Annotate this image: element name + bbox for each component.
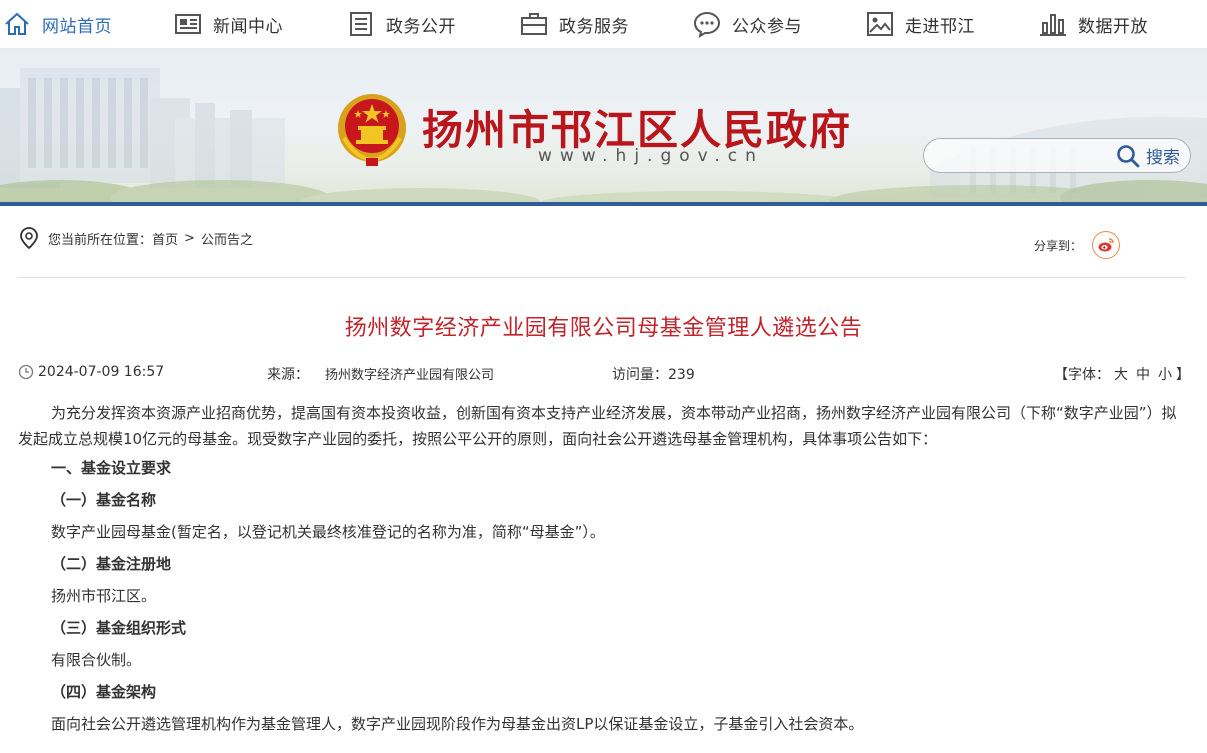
nav-label: 数据开放	[1078, 16, 1148, 37]
breadcrumb-notice-link[interactable]: 公而告之	[201, 229, 253, 248]
subsection-heading: （二）基金注册地	[51, 555, 172, 573]
site-url: www.hj.gov.cn	[538, 146, 764, 166]
newspaper-icon	[173, 9, 203, 39]
clock-icon	[18, 364, 34, 380]
weibo-icon	[1098, 238, 1114, 252]
breadcrumb-separator: >	[184, 230, 195, 246]
search-box: 搜索	[923, 138, 1191, 173]
header-banner: 扬州市邗江区人民政府 www.hj.gov.cn 搜索	[0, 48, 1207, 206]
nav-label: 新闻中心	[213, 16, 283, 37]
home-icon	[2, 9, 32, 39]
font-size-medium[interactable]: 中	[1136, 367, 1150, 383]
briefcase-icon	[519, 9, 549, 39]
source-label: 来源：	[267, 367, 309, 383]
top-nav: 网站首页 新闻中心 政务公开 政务服务 公众参与 走进邗江 数据开放	[0, 0, 1207, 48]
document-list-icon	[346, 9, 376, 39]
nav-about-hanjiang[interactable]: 走进邗江	[865, 0, 975, 48]
nav-public-participation[interactable]: 公众参与	[692, 0, 802, 48]
nav-home[interactable]: 网站首页	[2, 0, 112, 48]
subsection-heading: （三）基金组织形式	[51, 619, 187, 637]
nav-label: 网站首页	[42, 16, 112, 37]
font-size-label: 【字体：	[1054, 367, 1110, 383]
national-emblem-icon	[338, 94, 406, 166]
article-title: 扬州数字经济产业园有限公司母基金管理人遴选公告	[344, 316, 863, 341]
publish-date-value: 2024-07-09 16:57	[38, 364, 165, 380]
breadcrumb-home-link[interactable]: 首页	[152, 229, 178, 248]
visits-label: 访问量：	[612, 367, 668, 383]
search-button-label: 搜索	[1146, 148, 1180, 168]
location-bar: 您当前所在位置： 首页 > 公而告之 分享到：	[0, 206, 1207, 278]
paragraph: 有限合伙制。	[51, 651, 142, 669]
share-label: 分享到：	[1034, 238, 1083, 253]
font-size-close: 】	[1176, 367, 1190, 383]
subsection-heading: （一）基金名称	[51, 491, 157, 509]
font-size-large[interactable]: 大	[1114, 367, 1128, 383]
nav-data-open[interactable]: 数据开放	[1038, 0, 1148, 48]
article-body: 为充分发挥资本资源产业招商优势，提高国有资本投资收益，创新国有资本支持产业经济发…	[18, 400, 1185, 740]
paragraph: 扬州市邗江区。	[51, 587, 157, 605]
nav-gov-service[interactable]: 政务服务	[519, 0, 629, 48]
visit-count: 访问量：239	[612, 364, 695, 384]
font-size-switcher: 【字体：大中小】	[1054, 364, 1190, 384]
nav-gov-affairs-open[interactable]: 政务公开	[346, 0, 456, 48]
paragraph: 数字产业园母基金(暂定名，以登记机关最终核准登记的名称为准，简称“母基金”）。	[51, 523, 605, 541]
chat-bubble-icon	[692, 9, 722, 39]
font-size-small[interactable]: 小	[1158, 367, 1172, 383]
share-area: 分享到：	[1034, 231, 1121, 259]
search-input[interactable]	[936, 144, 1120, 168]
divider	[18, 277, 1185, 278]
publish-date: 2024-07-09 16:57	[18, 364, 164, 380]
visits-value: 239	[668, 367, 695, 383]
section-heading: 一、基金设立要求	[51, 459, 172, 477]
subsection-heading: （四）基金架构	[51, 683, 157, 701]
location-pin-icon	[20, 227, 38, 250]
search-icon	[1117, 144, 1140, 167]
nav-label: 走进邗江	[905, 16, 975, 37]
paragraph: 面向社会公开遴选管理机构作为基金管理人，数字产业园现阶段作为母基金出资LP以保证…	[51, 715, 864, 733]
article-meta: 2024-07-09 16:57 来源： 扬州数字经济产业园有限公司 访问量：23…	[0, 364, 1207, 394]
article-source: 来源： 扬州数字经济产业园有限公司	[267, 364, 494, 384]
picture-icon	[865, 9, 895, 39]
search-button[interactable]: 搜索	[1116, 142, 1180, 169]
weibo-share-button[interactable]	[1092, 231, 1121, 259]
intro-paragraph: 为充分发挥资本资源产业招商优势，提高国有资本投资收益，创新国有资本支持产业经济发…	[18, 404, 1177, 448]
nav-label: 政务公开	[386, 16, 456, 37]
nav-label: 政务服务	[559, 16, 629, 37]
breadcrumb-prefix: 您当前所在位置：	[48, 232, 153, 248]
breadcrumb: 您当前所在位置： 首页 > 公而告之	[18, 226, 253, 250]
nav-news[interactable]: 新闻中心	[173, 0, 283, 48]
source-value: 扬州数字经济产业园有限公司	[325, 368, 495, 383]
nav-label: 公众参与	[732, 16, 802, 37]
bar-chart-icon	[1038, 9, 1068, 39]
